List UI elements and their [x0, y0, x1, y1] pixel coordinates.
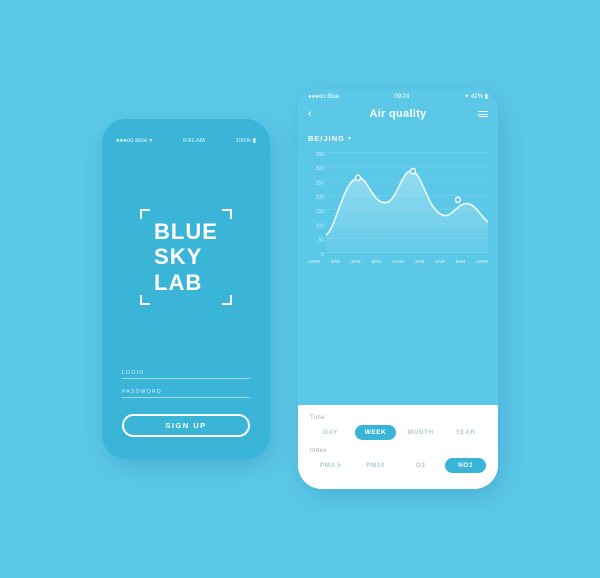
svg-text:50: 50 — [318, 237, 324, 243]
index-option-no2[interactable]: NO2 — [445, 458, 486, 473]
login-field[interactable]: LOGIN — [122, 370, 250, 379]
index-option-pm10[interactable]: PM10 — [355, 458, 396, 473]
chart-x-labels: 12PM 3PM 6PM 9PM 12AM 3AM 6AM 9AM 12PM — [308, 259, 488, 264]
left-status-battery: 100% ▮ — [235, 137, 256, 144]
right-battery-area: ✦ 42% ▮ — [464, 93, 488, 100]
phone-right: ●●●oo Blue 09:24 ✦ 42% ▮ ‹ Air quality B… — [298, 89, 498, 489]
chart-point-1 — [356, 175, 361, 181]
password-label: PASSWORD — [122, 389, 250, 395]
bottom-panel: Time DAY WEEK MONTH YEAR Index PM2.5 PM1… — [298, 405, 498, 489]
city-name: BEIJING — [308, 134, 345, 143]
chart-container: BEIJING ▾ 350 300 250 — [298, 128, 498, 405]
x-label-5: 3AM — [415, 259, 424, 264]
logo-text: BLUE SKY LAB — [154, 219, 218, 295]
time-option-day[interactable]: DAY — [310, 425, 351, 440]
time-pill-row: DAY WEEK MONTH YEAR — [310, 425, 486, 440]
air-quality-chart: 350 300 250 200 150 100 50 0 — [308, 147, 488, 257]
bluetooth-icon: ✦ — [464, 94, 471, 100]
svg-text:250: 250 — [316, 180, 324, 186]
x-label-0: 12PM — [308, 259, 320, 264]
index-option-pm25[interactable]: PM2.5 — [310, 458, 351, 473]
x-label-2: 6PM — [351, 259, 360, 264]
time-option-year[interactable]: YEAR — [445, 425, 486, 440]
index-pill-row: PM2.5 PM10 O3 NO2 — [310, 458, 486, 473]
left-status-time: 9:41 AM — [183, 138, 205, 144]
svg-text:0: 0 — [321, 252, 324, 257]
menu-button[interactable] — [478, 111, 488, 117]
corner-tr — [222, 209, 232, 219]
signup-button[interactable]: SIGN UP — [122, 414, 250, 437]
time-option-month[interactable]: MONTH — [400, 425, 441, 440]
right-carrier: ●●●oo Blue — [308, 94, 339, 100]
x-label-7: 9AM — [456, 259, 465, 264]
svg-text:300: 300 — [316, 166, 324, 172]
logo-area: BLUE SKY LAB — [140, 144, 232, 370]
password-line — [122, 397, 250, 398]
corner-br — [222, 295, 232, 305]
logo-box: BLUE SKY LAB — [140, 209, 232, 305]
menu-line-1 — [478, 111, 488, 112]
wifi-icon: ▾ — [149, 137, 152, 144]
menu-line-3 — [478, 116, 488, 117]
city-selector[interactable]: BEIJING ▾ — [308, 134, 488, 143]
corner-bl — [140, 295, 150, 305]
x-label-1: 3PM — [331, 259, 340, 264]
city-chevron-icon: ▾ — [348, 135, 351, 142]
menu-line-2 — [478, 114, 488, 115]
right-time: 09:24 — [394, 94, 409, 100]
corner-tl — [140, 209, 150, 219]
index-option-o3[interactable]: O3 — [400, 458, 441, 473]
time-option-week[interactable]: WEEK — [355, 425, 396, 440]
login-form: LOGIN PASSWORD SIGN UP — [116, 370, 256, 437]
password-field[interactable]: PASSWORD — [122, 389, 250, 398]
back-button[interactable]: ‹ — [308, 108, 312, 120]
login-line — [122, 378, 250, 379]
right-header: ‹ Air quality — [298, 104, 498, 128]
time-section-label: Time — [310, 415, 486, 421]
x-label-6: 6AM — [435, 259, 444, 264]
x-label-8: 12PM — [476, 259, 488, 264]
x-label-4: 12AM — [392, 259, 404, 264]
left-status-bar: ●●●oo Blue ▾ 9:41 AM 100% ▮ — [116, 137, 256, 144]
svg-text:200: 200 — [316, 195, 324, 201]
right-status-bar: ●●●oo Blue 09:24 ✦ 42% ▮ — [298, 89, 498, 104]
phones-container: ●●●oo Blue ▾ 9:41 AM 100% ▮ BLUE SKY LAB — [102, 89, 498, 489]
left-status-carrier: ●●●oo Blue ▾ — [116, 137, 152, 144]
svg-text:150: 150 — [316, 209, 324, 215]
svg-text:100: 100 — [316, 223, 324, 229]
carrier-text: ●●●oo Blue — [116, 138, 147, 144]
login-label: LOGIN — [122, 370, 250, 376]
svg-text:350: 350 — [316, 152, 324, 158]
chart-point-2 — [411, 168, 416, 174]
chart-point-3 — [456, 197, 461, 203]
phone-left: ●●●oo Blue ▾ 9:41 AM 100% ▮ BLUE SKY LAB — [102, 119, 270, 459]
page-title: Air quality — [369, 108, 426, 120]
x-label-3: 9PM — [372, 259, 381, 264]
index-section-label: Index — [310, 448, 486, 454]
battery-icon: ▮ — [253, 137, 256, 144]
chart-wrapper: 350 300 250 200 150 100 50 0 — [308, 147, 488, 257]
